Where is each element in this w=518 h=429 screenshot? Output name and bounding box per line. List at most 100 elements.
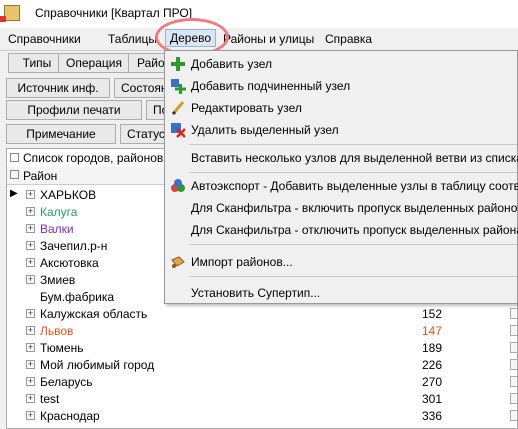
tree-row[interactable]: + Мой любимый город 226 xyxy=(7,356,517,373)
tree-row[interactable]: + Тюмень 189 xyxy=(7,339,517,356)
district-name: Зачепил.р-н xyxy=(40,239,108,253)
row-checkbox[interactable] xyxy=(510,410,517,421)
state-button[interactable]: Состоян xyxy=(114,78,166,98)
title-bar: Справочники [Квартал ПРО] xyxy=(0,0,518,28)
district-name: Змиев xyxy=(40,273,76,287)
district-name: Краснодар xyxy=(40,409,100,423)
district-name: test xyxy=(40,392,60,406)
district-name: Калуга xyxy=(40,205,78,219)
expand-icon[interactable]: + xyxy=(26,224,35,233)
district-name: Тюмень xyxy=(40,341,84,355)
district-name: Беларусь xyxy=(40,375,93,389)
print-profiles-button[interactable]: Профили печати xyxy=(6,100,142,120)
menu-item-label: Автоэкспорт - Добавить выделенные узлы в… xyxy=(191,179,518,193)
import-icon xyxy=(171,256,185,268)
expand-icon[interactable]: + xyxy=(26,326,35,335)
tree-row[interactable]: + test 301 xyxy=(7,390,517,407)
app-icon xyxy=(0,5,20,22)
menu-separator xyxy=(189,172,517,173)
menu-item-edit-node[interactable]: Редактировать узел xyxy=(165,97,517,119)
menu-separator xyxy=(189,244,517,245)
window-title: Справочники [Квартал ПРО] xyxy=(35,6,193,20)
menu-item-label: Добавить узел xyxy=(191,57,273,71)
district-code: 147 xyxy=(421,324,442,338)
menu-separator xyxy=(189,276,517,277)
menu-item-autoexport[interactable]: Автоэкспорт - Добавить выделенные узлы в… xyxy=(165,175,518,197)
menu-item-label: Удалить выделенный узел xyxy=(191,123,339,137)
district-code: 336 xyxy=(421,409,442,423)
menu-tablitsy[interactable]: Таблицы xyxy=(108,32,156,46)
row-checkbox[interactable] xyxy=(510,359,517,370)
collapse-icon[interactable] xyxy=(10,153,19,162)
status-button[interactable]: Статус xyxy=(120,124,166,144)
district-name: Аксютовка xyxy=(40,256,99,270)
menu-item-insert-multiple-nodes[interactable]: Вставить несколько узлов для выделенной … xyxy=(165,147,518,169)
district-name: Калужская область xyxy=(40,307,148,321)
delete-node-icon xyxy=(171,123,186,138)
district-name: Валки xyxy=(40,222,74,236)
menu-spravochniki[interactable]: Справочники xyxy=(8,32,81,46)
menu-item-label: Импорт районов... xyxy=(191,255,293,269)
derevo-dropdown-menu: Добавить узел Добавить подчиненный узел … xyxy=(164,50,518,304)
menu-item-set-supertype[interactable]: Установить Супертип... xyxy=(165,282,517,304)
expand-icon[interactable]: + xyxy=(26,207,35,216)
menu-item-label: Редактировать узел xyxy=(191,101,302,115)
menu-item-add-child-node[interactable]: Добавить подчиненный узел xyxy=(165,75,517,97)
district-name: Львов xyxy=(40,324,74,338)
tree-row[interactable]: + Львов 147 xyxy=(7,322,517,339)
row-checkbox[interactable] xyxy=(510,393,517,404)
menu-spravka[interactable]: Справка xyxy=(325,32,372,46)
menu-item-label: Установить Супертип... xyxy=(191,286,321,300)
expand-icon[interactable]: + xyxy=(26,190,35,199)
row-checkbox[interactable] xyxy=(510,376,517,387)
district-name: Бум.фабрика xyxy=(40,290,115,304)
menu-item-delete-node[interactable]: Удалить выделенный узел xyxy=(165,119,517,141)
district-code: 226 xyxy=(421,358,442,372)
district-code: 270 xyxy=(421,375,442,389)
autoexport-icon xyxy=(171,179,185,192)
info-source-button[interactable]: Источник инф. xyxy=(6,78,110,98)
row-checkbox[interactable] xyxy=(510,342,517,353)
expand-icon[interactable]: + xyxy=(26,394,35,403)
grid-caption: Список городов, районов, н xyxy=(23,151,177,165)
expand-icon[interactable]: + xyxy=(26,411,35,420)
menu-item-label: Вставить несколько узлов для выделенной … xyxy=(191,151,518,165)
expand-icon[interactable]: + xyxy=(26,360,35,369)
menu-item-scanfilter-enable-skip[interactable]: Для Сканфильтра - включить пропуск выдел… xyxy=(165,197,517,219)
note-button[interactable]: Примечание xyxy=(6,124,116,144)
tree-row[interactable]: + Беларусь 270 xyxy=(7,373,517,390)
menu-item-label: Для Сканфильтра - отключить пропуск выде… xyxy=(191,223,518,237)
header-box-icon xyxy=(10,170,19,179)
menu-item-import-districts[interactable]: Импорт районов... xyxy=(165,251,517,273)
district-code: 152 xyxy=(421,307,442,321)
menu-item-label: Для Сканфильтра - включить пропуск выдел… xyxy=(191,201,518,215)
menu-item-label: Добавить подчиненный узел xyxy=(191,79,351,93)
district-name: ХАРЬКОВ xyxy=(40,188,97,202)
menu-bar: Справочники Таблицы Дерево Районы и улиц… xyxy=(0,28,518,51)
tree-row[interactable]: + Краснодар 336 xyxy=(7,407,517,424)
menu-item-scanfilter-disable-skip[interactable]: Для Сканфильтра - отключить пропуск выде… xyxy=(165,219,518,241)
expand-icon[interactable]: + xyxy=(26,258,35,267)
menu-item-add-node[interactable]: Добавить узел xyxy=(165,53,517,75)
menu-derevo[interactable]: Дерево xyxy=(165,29,217,47)
district-button[interactable]: Район xyxy=(128,53,168,73)
add-node-icon xyxy=(171,57,185,71)
row-checkbox[interactable] xyxy=(510,325,517,336)
expand-icon[interactable]: + xyxy=(26,275,35,284)
edit-pencil-icon xyxy=(171,101,185,116)
menu-rayony-i-ulitsy[interactable]: Районы и улицы xyxy=(223,32,315,46)
expand-icon[interactable]: + xyxy=(26,309,35,318)
expand-icon[interactable]: + xyxy=(26,377,35,386)
operation-button[interactable]: Операция xyxy=(58,53,130,73)
district-name: Мой любимый город xyxy=(40,358,155,372)
district-code: 301 xyxy=(421,392,442,406)
po-button[interactable]: По xyxy=(146,100,166,120)
add-child-node-icon xyxy=(171,79,186,94)
menu-separator xyxy=(189,144,517,145)
expand-icon[interactable]: + xyxy=(26,343,35,352)
row-checkbox[interactable] xyxy=(510,308,517,319)
expand-icon[interactable]: + xyxy=(26,241,35,250)
district-code: 189 xyxy=(421,341,442,355)
tree-row[interactable]: + Калужская область 152 xyxy=(7,305,517,322)
current-row-indicator-icon: ▶ xyxy=(10,188,18,199)
